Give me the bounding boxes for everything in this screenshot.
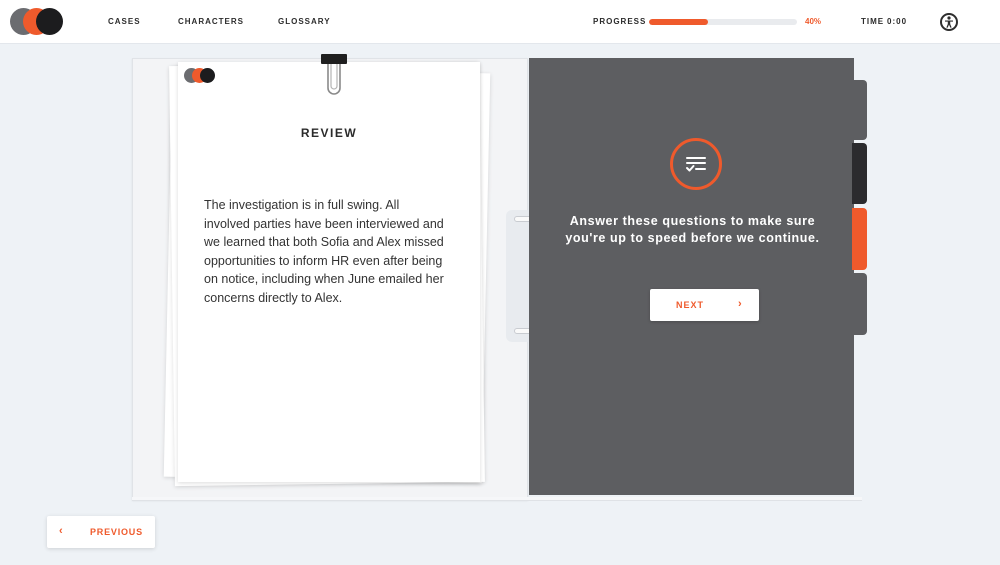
progress-label: PROGRESS bbox=[593, 17, 647, 26]
binder-tab[interactable] bbox=[852, 273, 867, 335]
binder-edge bbox=[132, 497, 862, 501]
chevron-right-icon: › bbox=[738, 298, 742, 310]
binder-tab-active[interactable] bbox=[852, 208, 867, 270]
nav-glossary[interactable]: GLOSSARY bbox=[278, 17, 331, 26]
binder-tab[interactable] bbox=[852, 143, 867, 204]
next-button-label: NEXT bbox=[676, 300, 705, 310]
logo-circle-black bbox=[200, 68, 215, 83]
accessibility-icon bbox=[945, 16, 953, 28]
previous-button-label: PREVIOUS bbox=[90, 527, 143, 537]
paper-logo bbox=[184, 68, 216, 83]
quiz-instructions: Answer these questions to make sure you'… bbox=[565, 214, 820, 245]
binder-tab[interactable] bbox=[852, 80, 867, 140]
review-text: The investigation is in full swing. All … bbox=[204, 198, 444, 305]
top-bar: CASES CHARACTERS GLOSSARY PROGRESS 40% T… bbox=[0, 0, 1000, 44]
app-logo[interactable] bbox=[10, 8, 66, 36]
quiz-icon-badge bbox=[670, 138, 722, 190]
next-button[interactable]: NEXT › bbox=[650, 289, 759, 321]
logo-circle-black bbox=[36, 8, 63, 35]
time-value: 0:00 bbox=[887, 17, 908, 26]
quiz-page bbox=[529, 58, 854, 495]
chevron-left-icon: ‹ bbox=[59, 525, 63, 537]
checklist-icon bbox=[686, 157, 706, 172]
review-title: REVIEW bbox=[300, 126, 358, 140]
progress-bar bbox=[649, 19, 797, 25]
binder-clip-icon bbox=[321, 54, 347, 95]
nav-characters[interactable]: CHARACTERS bbox=[178, 17, 244, 26]
progress-percent: 40% bbox=[805, 17, 822, 26]
progress-bar-fill bbox=[649, 19, 709, 25]
time-label: TIME bbox=[861, 17, 885, 26]
accessibility-button[interactable] bbox=[940, 13, 958, 31]
previous-button[interactable]: ‹ PREVIOUS bbox=[47, 516, 155, 548]
nav-cases[interactable]: CASES bbox=[108, 17, 141, 26]
